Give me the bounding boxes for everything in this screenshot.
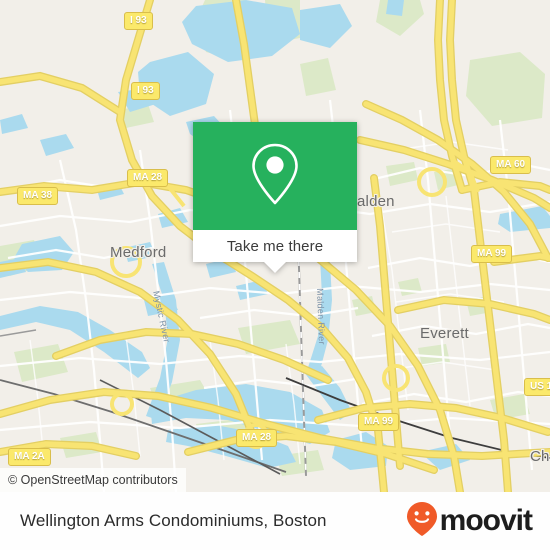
- shield-ma28-a[interactable]: MA 28: [127, 169, 169, 187]
- shield-ma60[interactable]: MA 60: [490, 156, 532, 174]
- shield-i93-a[interactable]: I 93: [124, 12, 153, 30]
- city-label-medford: Medford: [110, 244, 167, 261]
- shield-ma99-b[interactable]: MA 99: [358, 413, 400, 431]
- map-pin-icon: [248, 142, 302, 211]
- moovit-pin-smile-icon: [406, 501, 438, 542]
- city-label-chelsea: Ch: [530, 448, 550, 465]
- shield-ma28-b[interactable]: MA 28: [236, 429, 278, 447]
- osm-attribution-text: © OpenStreetMap contributors: [8, 473, 178, 487]
- moovit-location-card: I 93 I 93 MA 28 MA 38 MA 60 MA 99 US 1 M…: [0, 0, 550, 550]
- callout-pointer-tail: [264, 262, 286, 273]
- city-label-malden: alden: [357, 193, 395, 210]
- shield-ma2a[interactable]: MA 2A: [8, 448, 51, 466]
- callout-action-area[interactable]: Take me there: [193, 230, 357, 273]
- moovit-wordmark: moovit: [439, 504, 533, 537]
- city-label-everett: Everett: [420, 325, 469, 342]
- shield-i93-b[interactable]: I 93: [131, 82, 160, 100]
- callout-icon-area: [193, 122, 357, 230]
- footer-bar: Wellington Arms Condominiums, Boston moo…: [0, 492, 550, 550]
- place-title: Wellington Arms Condominiums, Boston: [20, 511, 327, 530]
- shield-ma99-a[interactable]: MA 99: [471, 245, 513, 263]
- shield-ma38[interactable]: MA 38: [17, 187, 59, 205]
- shield-us1[interactable]: US 1: [524, 378, 550, 396]
- take-me-there-label: Take me there: [226, 237, 324, 255]
- moovit-logo[interactable]: moovit: [406, 501, 533, 542]
- take-me-there-callout[interactable]: Take me there: [193, 122, 357, 273]
- osm-attribution[interactable]: © OpenStreetMap contributors: [0, 468, 186, 492]
- river-label-malden: Malden River: [315, 288, 327, 345]
